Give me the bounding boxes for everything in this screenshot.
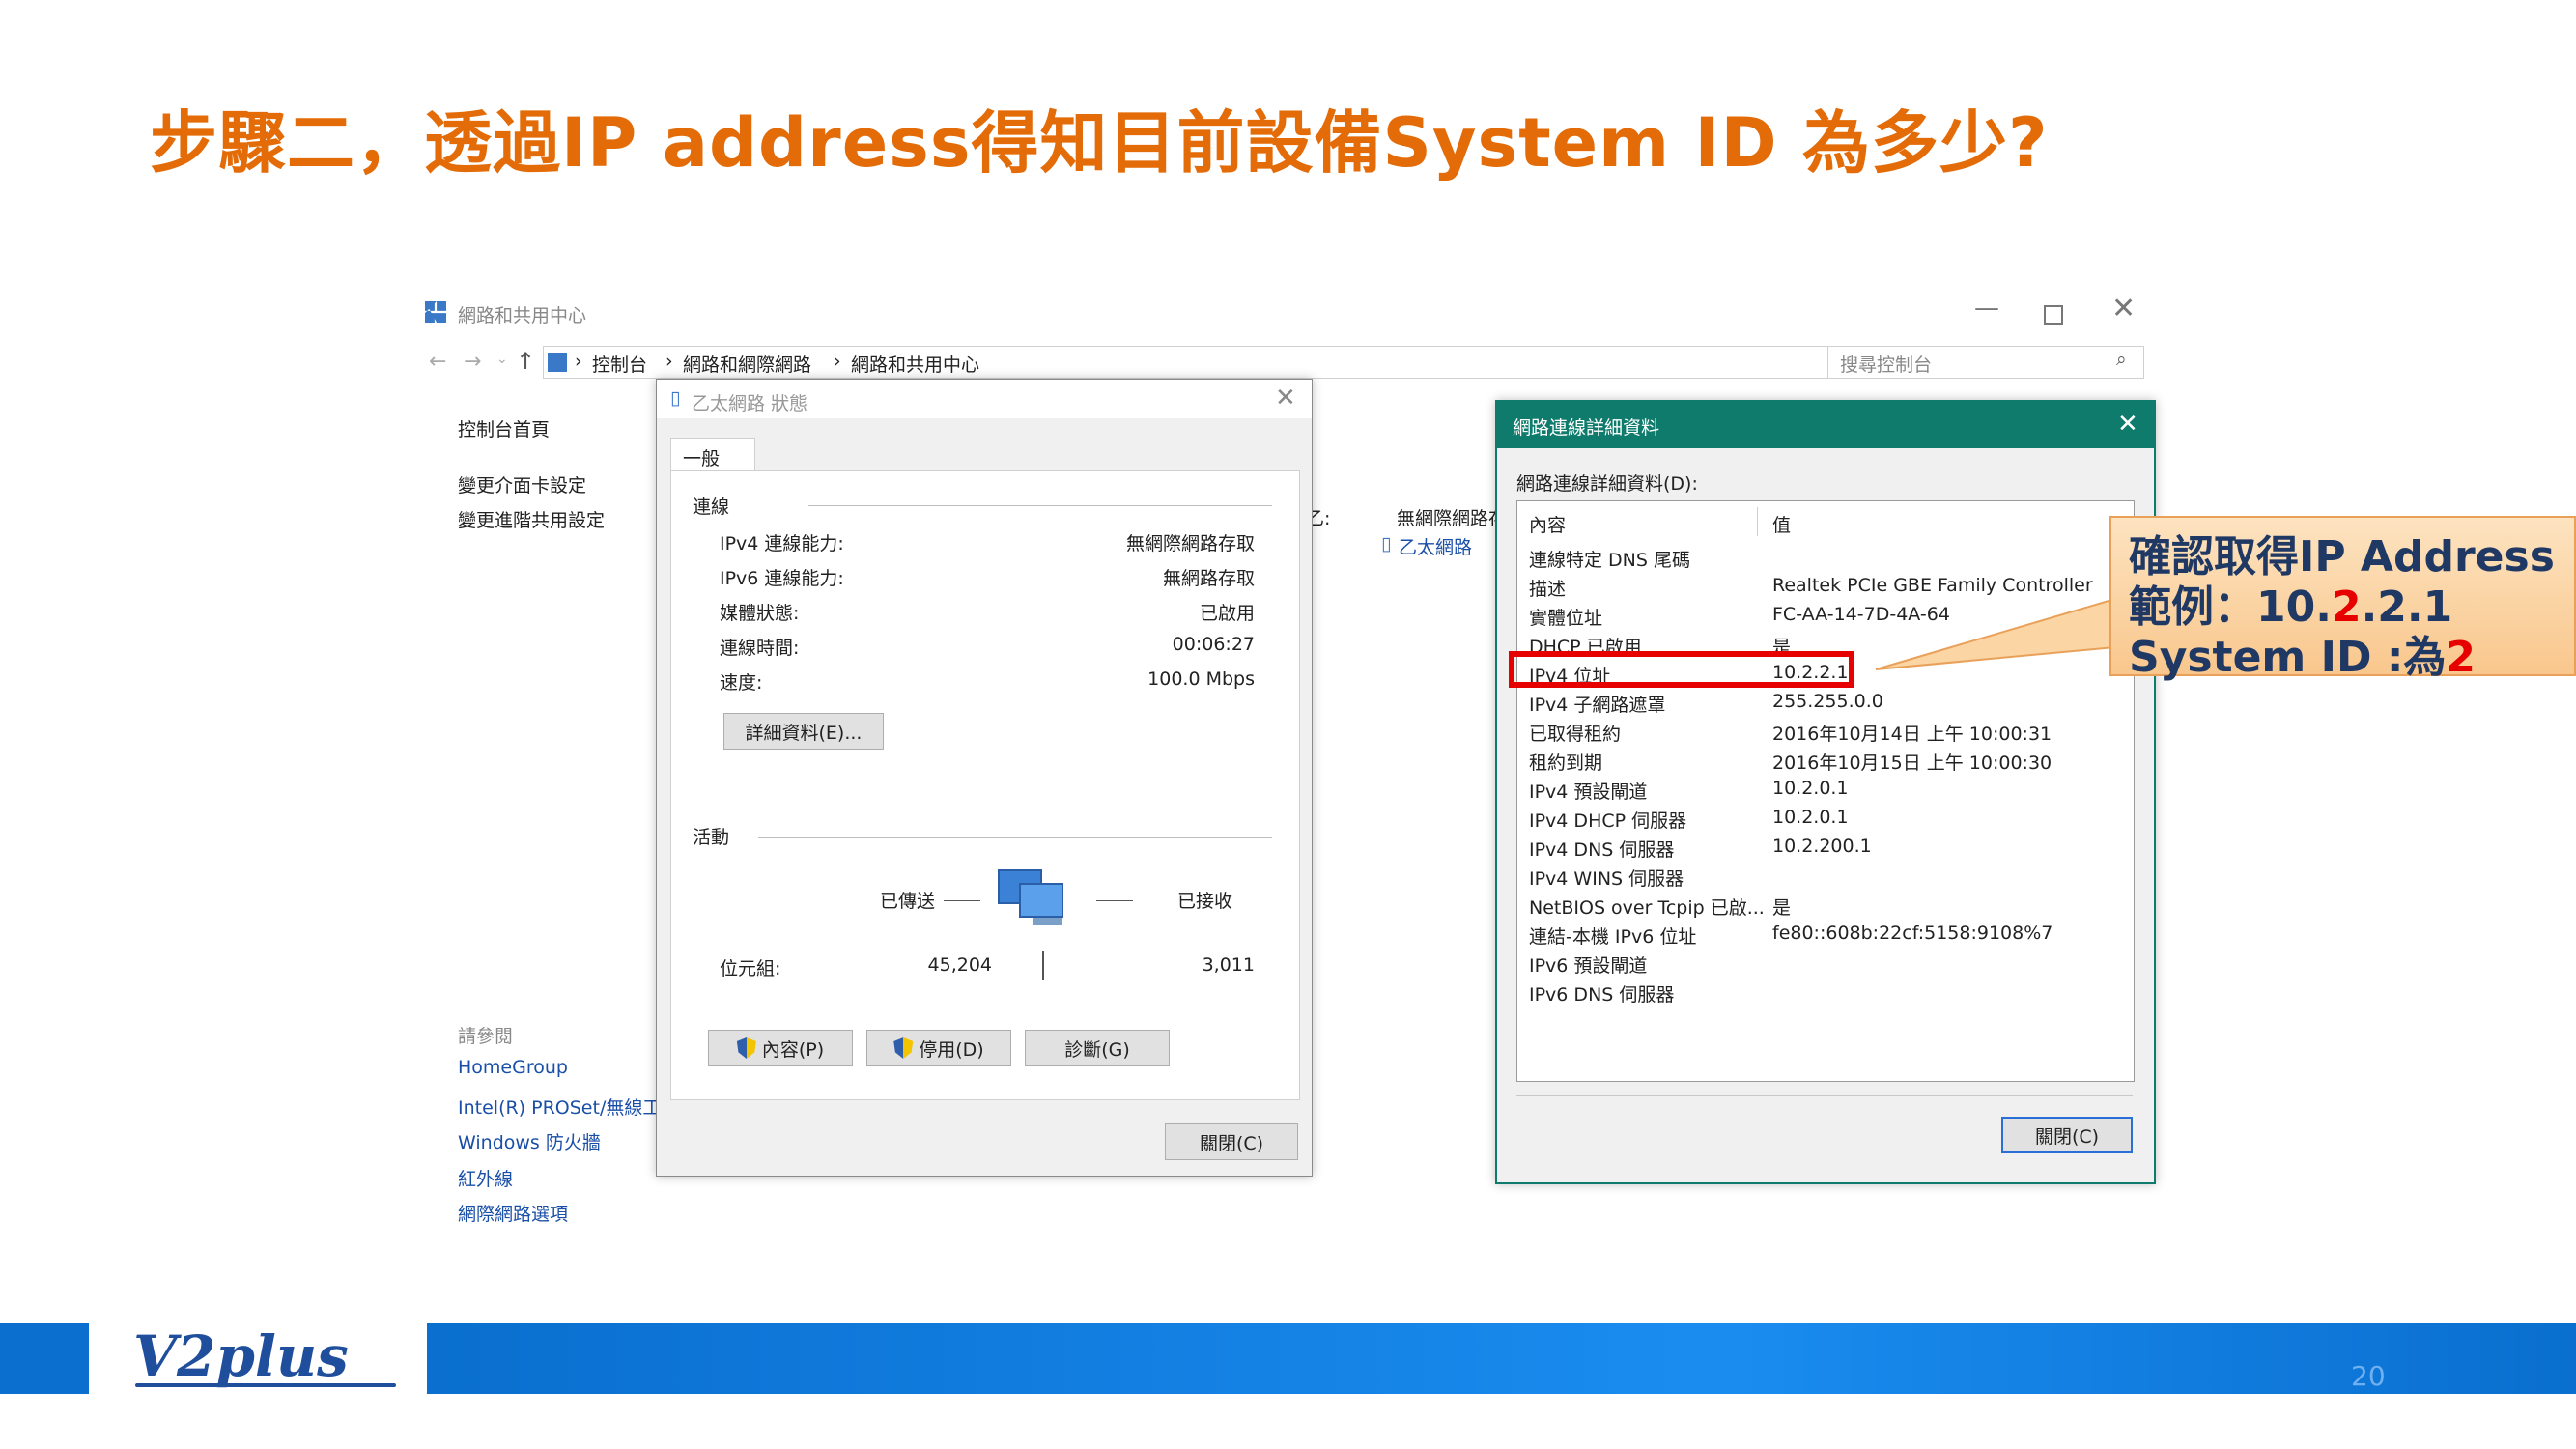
logo-text: V2plus [133, 1323, 349, 1389]
callout-arrow [1875, 597, 2116, 670]
logo-swoosh [135, 1383, 396, 1387]
callout-line-3-highlight: 2 [2446, 633, 2477, 682]
callout-pointer [1875, 597, 2116, 670]
callout-box: 確認取得IP Address 範例：10.2.2.1 System ID :為2 [2109, 516, 2576, 682]
callout-line-3: System ID :為2 [2129, 622, 2476, 684]
page-number: 20 [2351, 1360, 2386, 1392]
logo: V2plus [126, 1320, 406, 1397]
footer-bar-right [427, 1323, 2576, 1394]
footer-bar-left [0, 1323, 89, 1394]
callout-line-3-prefix: System ID :為 [2129, 633, 2447, 682]
